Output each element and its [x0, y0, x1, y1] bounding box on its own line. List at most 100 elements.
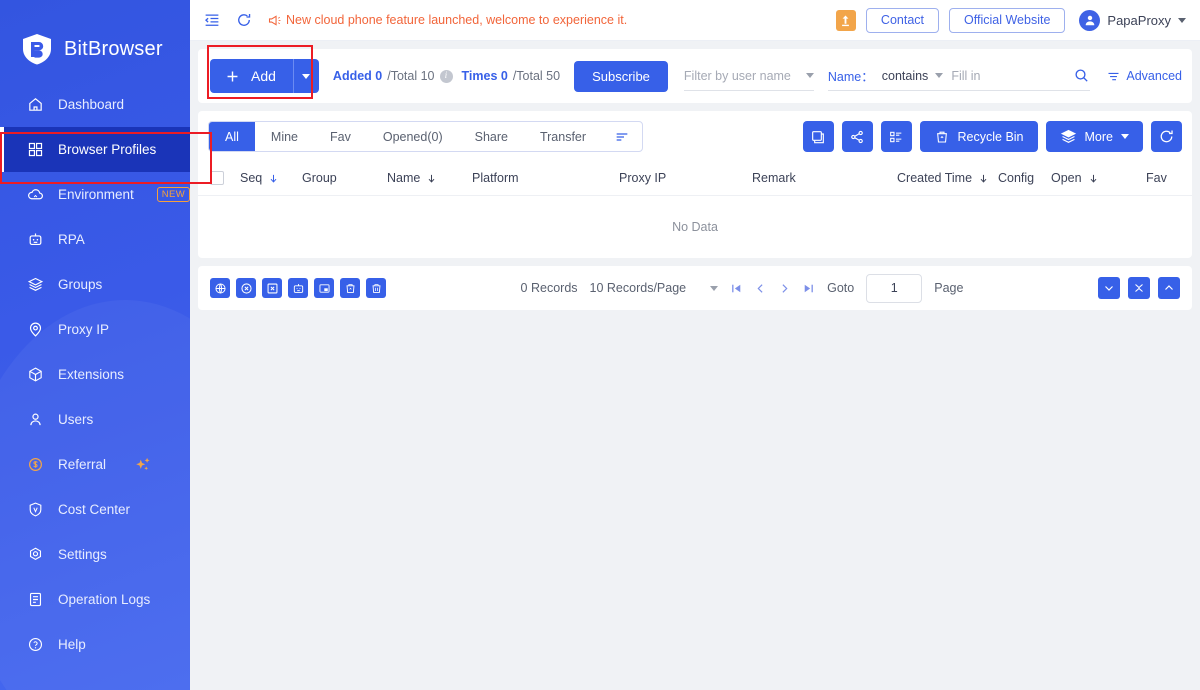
goto-page-input[interactable]: [866, 273, 923, 303]
list-view-button[interactable]: [880, 121, 912, 152]
delete-button[interactable]: [366, 278, 386, 298]
search-input[interactable]: [951, 68, 1066, 83]
tab-sort-button[interactable]: [602, 122, 642, 151]
user-filter-select[interactable]: Filter by user name: [683, 61, 814, 91]
scroll-up-button[interactable]: [1157, 277, 1180, 299]
column-created-time[interactable]: Created Time: [897, 171, 998, 185]
tab-fav[interactable]: Fav: [314, 122, 367, 151]
sidebar-item-cost-center[interactable]: Cost Center: [0, 487, 190, 532]
toolbar: Add Added 0/Total 10 i Times 0/Total 50 …: [198, 49, 1192, 103]
recycle-bin-button[interactable]: Recycle Bin: [919, 121, 1038, 152]
sidebar-item-settings[interactable]: Settings: [0, 532, 190, 577]
circle-x-icon: [240, 282, 252, 294]
robot-icon: [29, 233, 42, 246]
chevron-right-icon: [782, 283, 788, 293]
tab-share[interactable]: Share: [458, 122, 524, 151]
column-label: Seq: [240, 171, 263, 185]
clear-cache-button[interactable]: [340, 278, 360, 298]
chevron-down-icon: [1105, 286, 1113, 291]
close-selected-button[interactable]: [262, 278, 282, 298]
sidebar-item-label: Extensions: [58, 367, 125, 382]
trash-arrow-icon: [346, 283, 354, 293]
coin-dollar-icon: [29, 458, 42, 471]
sidebar-item-operation-logs[interactable]: Operation Logs: [0, 577, 190, 622]
first-page-icon: [732, 284, 741, 292]
window-layout-icon: [318, 283, 330, 293]
window-columns-icon: [812, 130, 824, 143]
refresh-icon[interactable]: [235, 11, 253, 29]
chevron-up-icon: [1165, 285, 1173, 290]
sidebar-item-rpa[interactable]: RPA: [0, 217, 190, 262]
official-website-button[interactable]: Official Website: [949, 7, 1066, 33]
add-button-group: Add: [210, 59, 319, 93]
add-button[interactable]: Add: [210, 59, 293, 93]
collapse-sidebar-icon[interactable]: [203, 11, 221, 29]
more-button[interactable]: More: [1045, 121, 1143, 152]
bulk-action-buttons: [210, 278, 386, 298]
last-page-button[interactable]: [802, 282, 815, 295]
sidebar-item-referral[interactable]: Referral: [0, 442, 190, 487]
sidebar-item-help[interactable]: Help: [0, 622, 190, 667]
subscribe-button[interactable]: Subscribe: [574, 60, 668, 92]
table-actions: Recycle Bin More: [802, 121, 1182, 152]
tab-opened[interactable]: Opened(0): [366, 122, 459, 151]
columns-settings-button[interactable]: [802, 121, 834, 152]
sidebar-item-dashboard[interactable]: Dashboard: [0, 82, 190, 127]
column-config: Config: [998, 171, 1051, 185]
user-menu[interactable]: PapaProxy: [1079, 9, 1186, 31]
contact-button[interactable]: Contact: [865, 7, 940, 33]
window-arrange-button[interactable]: [314, 278, 334, 298]
sidebar-item-users[interactable]: Users: [0, 397, 190, 442]
sidebar-item-label: Proxy IP: [58, 322, 110, 337]
column-name[interactable]: Name: [387, 171, 472, 185]
announcement[interactable]: New cloud phone feature launched, welcom…: [267, 13, 627, 28]
sidebar-item-environment[interactable]: Environment NEW: [0, 172, 190, 217]
info-icon[interactable]: i: [439, 69, 453, 83]
operator-select[interactable]: contains: [882, 69, 944, 83]
scroll-down-button[interactable]: [1097, 277, 1120, 299]
next-page-button[interactable]: [778, 282, 791, 295]
sort-arrow-icon: [1090, 174, 1096, 183]
square-x-icon: [267, 283, 277, 293]
tab-mine[interactable]: Mine: [254, 122, 314, 151]
upload-alert-icon: [842, 14, 850, 26]
first-page-button[interactable]: [730, 282, 743, 295]
tab-transfer[interactable]: Transfer: [523, 122, 603, 151]
column-platform: Platform: [472, 171, 619, 185]
robot-box-icon: [293, 283, 303, 293]
page-size-label: 10 Records/Page: [589, 281, 687, 295]
search-group: Name： contains: [827, 61, 1091, 91]
upload-alert-button[interactable]: [835, 9, 856, 31]
search-button[interactable]: [1073, 67, 1090, 84]
times-count: Times 0: [461, 69, 508, 83]
refresh-table-button[interactable]: [1151, 121, 1182, 152]
collapse-button[interactable]: [1127, 277, 1150, 299]
sidebar-item-groups[interactable]: Groups: [0, 262, 190, 307]
column-seq[interactable]: Seq: [240, 171, 302, 185]
announcement-text: New cloud phone feature launched, welcom…: [286, 13, 628, 27]
browser-open-all-button[interactable]: [210, 278, 230, 298]
select-all-checkbox[interactable]: [210, 171, 224, 185]
add-dropdown-button[interactable]: [292, 59, 319, 93]
rpa-run-button[interactable]: [288, 278, 308, 298]
filter-lines-icon: [1108, 72, 1119, 80]
advanced-filter-button[interactable]: Advanced: [1106, 69, 1182, 84]
column-label: Fav: [1146, 171, 1167, 185]
column-open[interactable]: Open: [1051, 171, 1146, 185]
column-group[interactable]: Group: [302, 171, 387, 185]
column-label: Remark: [752, 171, 796, 185]
top-bar-left: New cloud phone feature launched, welcom…: [203, 11, 627, 29]
sidebar-item-label: Browser Profiles: [58, 142, 157, 157]
trash-bin-icon: [936, 131, 947, 143]
share-button[interactable]: [841, 121, 873, 152]
sidebar-item-browser-profiles[interactable]: Browser Profiles: [0, 127, 190, 172]
sidebar-item-extensions[interactable]: Extensions: [0, 352, 190, 397]
page-size-select[interactable]: 10 Records/Page: [590, 281, 719, 295]
quota-stats: Added 0/Total 10 i Times 0/Total 50: [333, 69, 560, 83]
sidebar-item-proxy-ip[interactable]: Proxy IP: [0, 307, 190, 352]
grid-squares-icon: [28, 142, 43, 157]
prev-page-button[interactable]: [754, 282, 767, 295]
tab-all[interactable]: All: [209, 122, 255, 151]
close-all-button[interactable]: [236, 278, 256, 298]
column-label: Proxy IP: [619, 171, 667, 185]
